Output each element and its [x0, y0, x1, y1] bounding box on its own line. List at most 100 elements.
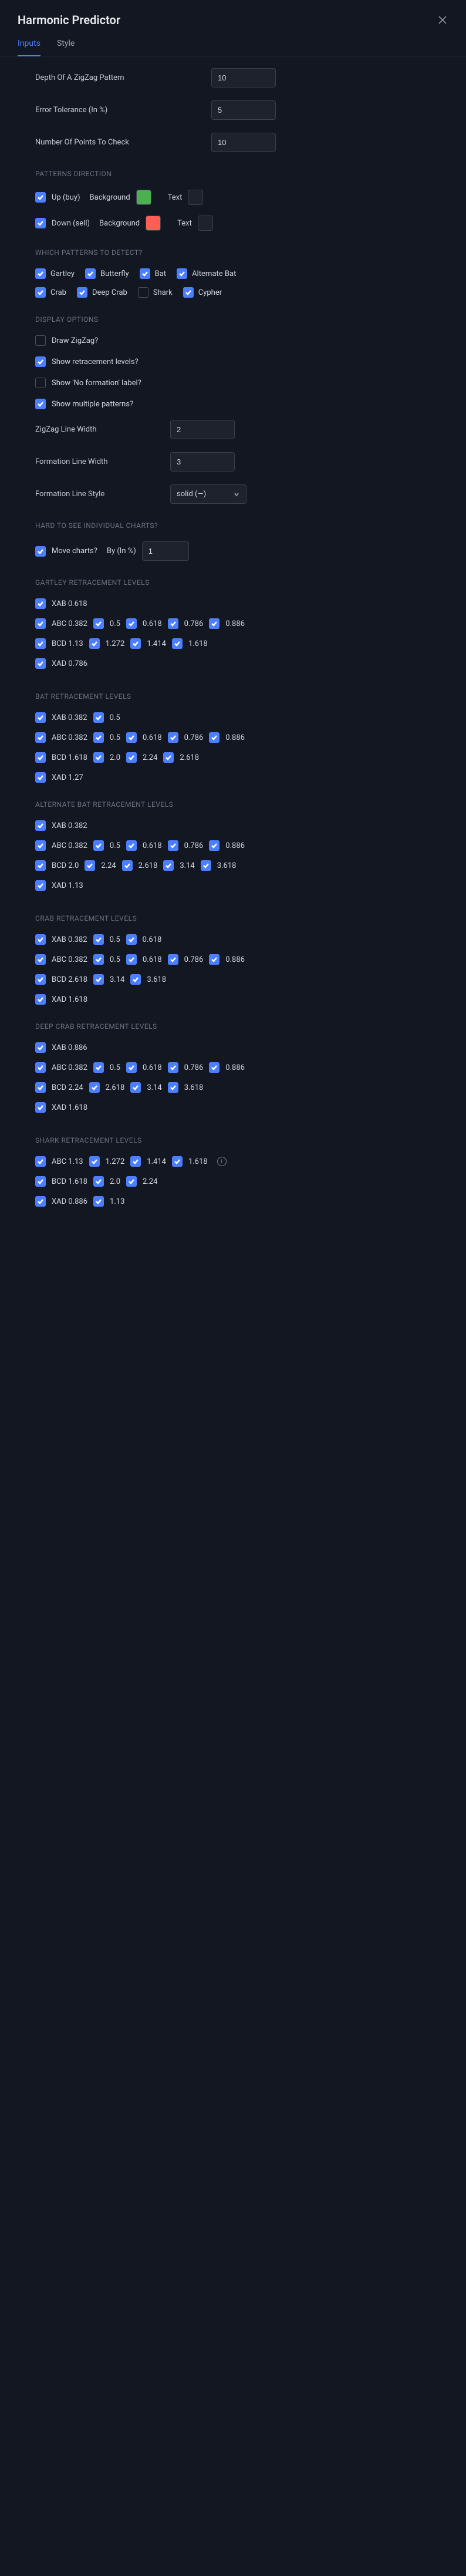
gartley-bcd-1272-checkbox[interactable] — [89, 638, 100, 649]
deepcrab-abc-0618-label: 0.618 — [143, 1063, 162, 1072]
tab-style[interactable]: Style — [57, 33, 75, 56]
close-icon[interactable] — [437, 14, 448, 26]
crab-bcd-2618-checkbox[interactable] — [35, 974, 46, 985]
altbat-xab-checkbox[interactable] — [35, 820, 46, 831]
bat-abc-0382-checkbox[interactable] — [35, 732, 46, 743]
deepcrab-bcd-224-checkbox[interactable] — [35, 1082, 46, 1093]
shark-bcd-224-checkbox[interactable] — [126, 1176, 137, 1187]
move-charts-checkbox[interactable] — [35, 546, 46, 557]
crab-xad-checkbox[interactable] — [35, 994, 46, 1005]
info-icon[interactable]: i — [217, 1157, 227, 1166]
crab-bcd-314-checkbox[interactable] — [93, 974, 104, 985]
bat-abc-05-checkbox[interactable] — [93, 732, 104, 743]
bat-xab-05-checkbox[interactable] — [93, 712, 104, 723]
altbat-abc-0382-checkbox[interactable] — [35, 840, 46, 851]
depth-input[interactable] — [211, 68, 276, 87]
shark-bcd-1618-checkbox[interactable] — [35, 1176, 46, 1187]
deepcrab-abc-0382-checkbox[interactable] — [35, 1062, 46, 1073]
gartley-abc-05-checkbox[interactable] — [93, 618, 104, 629]
butterfly-checkbox[interactable] — [85, 268, 96, 279]
crab-abc-05-checkbox[interactable] — [93, 954, 104, 965]
bat-xad-checkbox[interactable] — [35, 772, 46, 783]
move-by-input[interactable] — [142, 541, 189, 561]
altbat-checkbox[interactable] — [177, 268, 187, 279]
shark-xad-0886-checkbox[interactable] — [35, 1196, 46, 1207]
altbat-bcd-224-checkbox[interactable] — [85, 860, 95, 871]
deepcrab-abc-05-label: 0.5 — [110, 1063, 120, 1072]
altbat-abc-0618-checkbox[interactable] — [126, 840, 137, 851]
down-text-swatch[interactable] — [198, 215, 213, 231]
altbat-bcd-2618-checkbox[interactable] — [122, 860, 133, 871]
formation-style-select[interactable]: solid (—) — [170, 484, 246, 504]
up-text-swatch[interactable] — [188, 190, 203, 205]
show-noformation-checkbox[interactable] — [35, 378, 46, 388]
show-multiple-checkbox[interactable] — [35, 399, 46, 409]
altbat-bcd-20-checkbox[interactable] — [35, 860, 46, 871]
shark-abc-1618-checkbox[interactable] — [172, 1156, 183, 1167]
up-buy-checkbox[interactable] — [35, 192, 46, 203]
tab-inputs[interactable]: Inputs — [18, 33, 40, 56]
altbat-xad-checkbox[interactable] — [35, 880, 46, 891]
gartley-xab-checkbox[interactable] — [35, 598, 46, 609]
down-bg-swatch[interactable] — [146, 215, 161, 231]
bat-bcd-2618-checkbox[interactable] — [163, 752, 174, 763]
bat-bcd-20-checkbox[interactable] — [93, 752, 104, 763]
error-tolerance-input[interactable] — [211, 100, 276, 120]
altbat-abc-05-checkbox[interactable] — [93, 840, 104, 851]
gartley-xad-checkbox[interactable] — [35, 658, 46, 669]
gartley-abc-0786-checkbox[interactable] — [168, 618, 178, 629]
points-check-input[interactable] — [211, 133, 276, 152]
formation-width-input[interactable] — [170, 452, 235, 472]
cypher-checkbox[interactable] — [183, 287, 194, 298]
altbat-abc-0886-checkbox[interactable] — [209, 840, 220, 851]
bat-abc-0886-checkbox[interactable] — [209, 732, 220, 743]
section-which-patterns: WHICH PATTERNS TO DETECT? — [35, 248, 448, 257]
crab-abc-0786-checkbox[interactable] — [168, 954, 178, 965]
bat-abc-0786-checkbox[interactable] — [168, 732, 178, 743]
bat-xab-0382-checkbox[interactable] — [35, 712, 46, 723]
gartley-bcd-113-checkbox[interactable] — [35, 638, 46, 649]
shark-abc-113-checkbox[interactable] — [35, 1156, 46, 1167]
deepcrab-abc-0618-checkbox[interactable] — [126, 1062, 137, 1073]
down-sell-checkbox[interactable] — [35, 218, 46, 228]
gartley-bcd-1414-checkbox[interactable] — [130, 638, 141, 649]
show-retracement-checkbox[interactable] — [35, 356, 46, 367]
draw-zigzag-checkbox[interactable] — [35, 335, 46, 346]
gartley-checkbox[interactable] — [35, 268, 46, 279]
crab-xab-05-checkbox[interactable] — [93, 934, 104, 945]
altbat-bcd-314-checkbox[interactable] — [163, 860, 174, 871]
zigzag-width-input[interactable] — [170, 420, 235, 439]
bat-bcd-1618-checkbox[interactable] — [35, 752, 46, 763]
deepcrab-bcd-3618-checkbox[interactable] — [168, 1082, 178, 1093]
deepcrab-abc-0786-checkbox[interactable] — [168, 1062, 178, 1073]
deepcrab-bcd-2618-checkbox[interactable] — [89, 1082, 100, 1093]
crab-xab-0618-checkbox[interactable] — [126, 934, 137, 945]
crab-bcd-3618-checkbox[interactable] — [130, 974, 141, 985]
bat-bcd-224-checkbox[interactable] — [126, 752, 137, 763]
crab-abc-0886-checkbox[interactable] — [209, 954, 220, 965]
deepcrab-abc-0886-checkbox[interactable] — [209, 1062, 220, 1073]
altbat-bcd-3618-checkbox[interactable] — [201, 860, 211, 871]
gartley-abc-0618-checkbox[interactable] — [126, 618, 137, 629]
deepcrab-checkbox[interactable] — [77, 287, 87, 298]
shark-checkbox[interactable] — [138, 287, 148, 298]
altbat-abc-0786-checkbox[interactable] — [168, 840, 178, 851]
crab-abc-0382-checkbox[interactable] — [35, 954, 46, 965]
deepcrab-abc-05-checkbox[interactable] — [93, 1062, 104, 1073]
deepcrab-bcd-314-checkbox[interactable] — [130, 1082, 141, 1093]
up-bg-swatch[interactable] — [136, 190, 151, 205]
shark-bcd-20-checkbox[interactable] — [93, 1176, 104, 1187]
bat-abc-0618-checkbox[interactable] — [126, 732, 137, 743]
bat-checkbox[interactable] — [140, 268, 150, 279]
shark-abc-1414-checkbox[interactable] — [130, 1156, 141, 1167]
crab-xab-0382-checkbox[interactable] — [35, 934, 46, 945]
shark-abc-1272-checkbox[interactable] — [89, 1156, 100, 1167]
crab-abc-0618-checkbox[interactable] — [126, 954, 137, 965]
shark-xad-113-checkbox[interactable] — [93, 1196, 104, 1207]
gartley-bcd-1618-checkbox[interactable] — [172, 638, 183, 649]
gartley-abc-0886-checkbox[interactable] — [209, 618, 220, 629]
deepcrab-xab-checkbox[interactable] — [35, 1042, 46, 1053]
gartley-abc-0382-checkbox[interactable] — [35, 618, 46, 629]
crab-checkbox[interactable] — [35, 287, 46, 298]
deepcrab-xad-checkbox[interactable] — [35, 1102, 46, 1113]
